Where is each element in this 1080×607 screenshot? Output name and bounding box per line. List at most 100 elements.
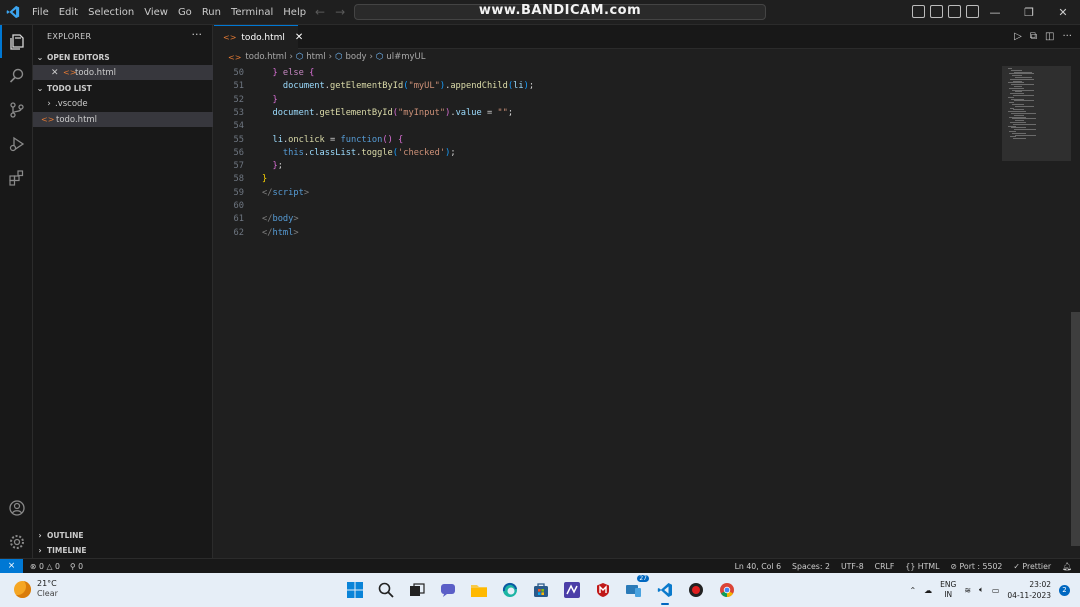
account-icon[interactable] (0, 491, 33, 524)
minimap[interactable] (1002, 66, 1072, 161)
code-editor[interactable]: 50 } else {51 document.getElementById("m… (214, 66, 1000, 546)
indentation[interactable]: Spaces: 2 (792, 562, 830, 571)
menu-edit[interactable]: Edit (54, 0, 83, 25)
menu-run[interactable]: Run (197, 0, 226, 25)
code-line[interactable]: 54 (214, 121, 1000, 134)
remote-indicator[interactable]: ⨯ (0, 559, 23, 574)
manage-gear-icon[interactable] (0, 525, 33, 558)
code-line[interactable]: 57 }; (214, 161, 1000, 174)
tree-item-todo-html[interactable]: <> todo.html (33, 112, 213, 127)
toggle-panel-icon[interactable] (930, 5, 943, 18)
code-line[interactable]: 52 } (214, 95, 1000, 108)
code-line[interactable]: 53 document.getElementById("myInput").va… (214, 108, 1000, 121)
cursor-position[interactable]: Ln 40, Col 6 (735, 562, 781, 571)
command-center-search[interactable]: www.BANDICAM.com (354, 3, 766, 20)
wifi-icon[interactable]: ≋ (964, 586, 971, 595)
code-line[interactable]: 61 </body> (214, 214, 1000, 227)
vscode-icon[interactable] (654, 579, 676, 605)
menu-file[interactable]: File (27, 0, 54, 25)
tab-todo-html[interactable]: <> todo.html ✕ (214, 25, 303, 49)
more-actions-icon[interactable]: ··· (1062, 31, 1072, 42)
code-line[interactable]: 50 } else { (214, 68, 1000, 81)
arrow-right-icon[interactable]: → (335, 5, 345, 19)
breadcrumb-html[interactable]: html (306, 52, 325, 62)
close-icon[interactable]: ✕ (51, 68, 63, 78)
end-of-line[interactable]: CRLF (875, 562, 895, 571)
menu-terminal[interactable]: Terminal (226, 0, 278, 25)
line-number: 59 (233, 187, 244, 198)
status-left: ⊗ 0 △ 0 ⚲ 0 (30, 559, 83, 574)
line-number: 60 (233, 201, 244, 211)
language-mode[interactable]: {} HTML (905, 562, 939, 571)
battery-icon[interactable]: ▭ (992, 586, 1000, 595)
split-editor-icon[interactable]: ◫ (1045, 31, 1054, 42)
extensions-icon[interactable] (0, 161, 33, 194)
notification-count[interactable]: 2 (1059, 584, 1070, 596)
run-debug-icon[interactable] (0, 127, 33, 160)
timeline-header[interactable]: › TIMELINE (33, 543, 213, 558)
encoding[interactable]: UTF-8 (841, 562, 864, 571)
breadcrumb-ul[interactable]: ul#myUL (386, 52, 425, 62)
open-editors-header[interactable]: ⌄ OPEN EDITORS (33, 50, 213, 65)
chrome-icon[interactable] (716, 579, 738, 601)
weather-widget[interactable]: 21°C Clear (14, 579, 58, 599)
scrollbar-thumb[interactable] (1071, 312, 1080, 546)
folder-header[interactable]: ⌄ TODO LIST (33, 81, 213, 96)
open-preview-icon[interactable]: ⧉ (1030, 31, 1037, 42)
tree-item-vscode[interactable]: › .vscode (33, 96, 213, 111)
file-explorer-icon[interactable] (468, 579, 490, 601)
source-control-icon[interactable] (0, 93, 33, 126)
code-line[interactable]: 51 document.getElementById("myUL").appen… (214, 81, 1000, 94)
toggle-primary-sidebar-icon[interactable] (912, 5, 925, 18)
status-bar: ⨯ ⊗ 0 △ 0 ⚲ 0 Ln 40, Col 6 Spaces: 2 UTF… (0, 558, 1080, 574)
close-icon[interactable]: ✕ (295, 32, 303, 43)
search-icon[interactable] (0, 59, 33, 92)
arrow-left-icon[interactable]: ← (315, 5, 325, 19)
record-icon[interactable] (685, 579, 707, 601)
code-line[interactable]: 55 li.onclick = function() { (214, 135, 1000, 148)
chevron-up-icon[interactable]: ⌃ (909, 586, 916, 595)
edge-icon[interactable] (499, 579, 521, 601)
open-editor-item[interactable]: ✕ <> todo.html (33, 65, 213, 80)
code-line[interactable]: 58} (214, 174, 1000, 187)
live-server-port[interactable]: ⊘ Port : 5502 (950, 562, 1002, 571)
maximize-button[interactable]: ❐ (1012, 0, 1046, 25)
vpn-icon[interactable] (561, 579, 583, 601)
chat-icon[interactable] (437, 579, 459, 601)
search-icon[interactable] (375, 579, 397, 601)
more-actions-icon[interactable]: ··· (192, 28, 203, 41)
problems-indicator[interactable]: ⊗ 0 △ 0 (30, 562, 60, 571)
ports-indicator[interactable]: ⚲ 0 (70, 562, 83, 571)
notifications-bell-icon[interactable]: 🔔︎ (1062, 562, 1072, 571)
toggle-secondary-sidebar-icon[interactable] (948, 5, 961, 18)
menu-selection[interactable]: Selection (83, 0, 139, 25)
task-view-icon[interactable] (406, 579, 428, 601)
windows-start-icon[interactable] (344, 579, 366, 601)
menu-help[interactable]: Help (278, 0, 311, 25)
menu-view[interactable]: View (139, 0, 173, 25)
code-line[interactable]: 59 </script> (214, 188, 1000, 201)
outline-header[interactable]: › OUTLINE (33, 528, 213, 543)
code-line[interactable]: 56 this.classList.toggle('checked'); (214, 148, 1000, 161)
code-line[interactable]: 62 </html> (214, 228, 1000, 241)
close-window-button[interactable]: ✕ (1046, 0, 1080, 25)
minimize-button[interactable]: — (978, 0, 1012, 25)
activity-bar (0, 25, 33, 558)
language-indicator[interactable]: ENG IN (940, 580, 956, 600)
line-source: document.getElementById("myInput").value… (272, 107, 514, 118)
mcafee-icon[interactable] (592, 579, 614, 601)
volume-icon[interactable]: 🔈︎ (979, 585, 984, 595)
prettier-status[interactable]: ✓ Prettier (1013, 562, 1051, 571)
store-icon[interactable] (530, 579, 552, 601)
menu-go[interactable]: Go (173, 0, 197, 25)
run-icon[interactable]: ▷ (1014, 31, 1022, 42)
clock[interactable]: 23:02 04-11-2023 (1007, 579, 1051, 601)
cloud-icon[interactable]: ☁ (924, 586, 932, 595)
html-file-icon: <> (223, 33, 237, 42)
code-line[interactable]: 60 (214, 201, 1000, 214)
phone-link-icon[interactable]: 27 (623, 575, 649, 601)
explorer-icon[interactable] (0, 25, 33, 58)
breadcrumb-file[interactable]: todo.html (245, 52, 286, 62)
breadcrumb-body[interactable]: body (345, 52, 366, 62)
editor-scrollbar[interactable] (1071, 66, 1080, 546)
